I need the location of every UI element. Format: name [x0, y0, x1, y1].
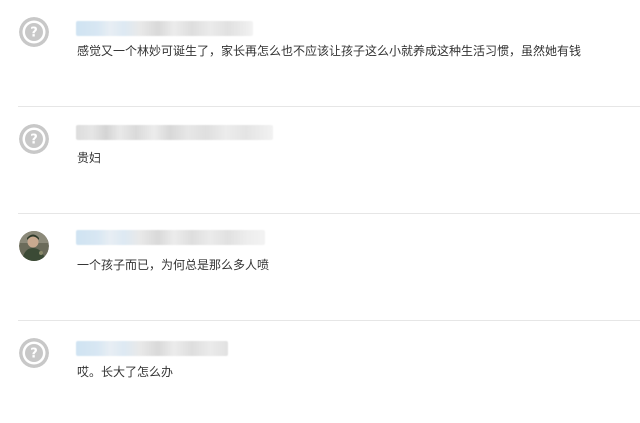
- svg-text:?: ?: [30, 133, 38, 148]
- svg-text:?: ?: [30, 347, 38, 362]
- default-avatar-icon[interactable]: ?: [19, 17, 49, 47]
- username-blurred[interactable]: [76, 21, 253, 36]
- default-avatar-icon[interactable]: ?: [19, 338, 49, 368]
- username-blurred[interactable]: [76, 125, 273, 140]
- default-avatar-icon[interactable]: ?: [19, 124, 49, 154]
- username-blurred[interactable]: [76, 341, 228, 356]
- divider: [18, 106, 640, 107]
- comment-text: 贵妇: [77, 151, 102, 165]
- divider: [18, 213, 640, 214]
- username-blurred[interactable]: [76, 230, 265, 245]
- comment-text: 哎。长大了怎么办: [77, 365, 174, 379]
- comment-text: 一个孩子而已，为何总是那么多人喷: [77, 258, 270, 272]
- user-photo-avatar[interactable]: [19, 231, 49, 261]
- svg-text:?: ?: [30, 26, 38, 41]
- comment-text: 感觉又一个林妙可诞生了，家长再怎么也不应该让孩子这么小就养成这种生活习惯，虽然她…: [77, 44, 582, 58]
- divider: [18, 320, 640, 321]
